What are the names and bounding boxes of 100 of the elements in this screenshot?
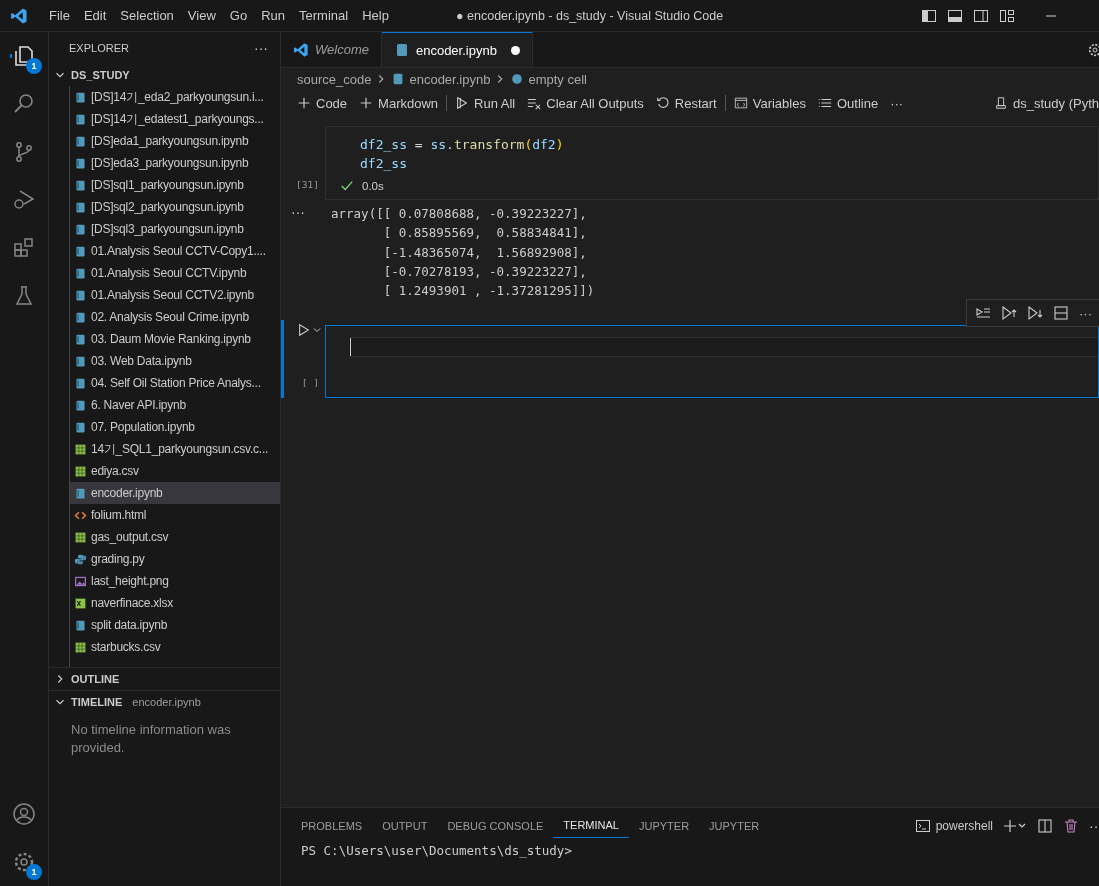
menu-bar-item[interactable]: Run: [254, 8, 292, 23]
menu-bar-item[interactable]: Terminal: [292, 8, 356, 23]
panel-toggle-icon[interactable]: [947, 7, 963, 24]
folder-header[interactable]: DS_STUDY: [49, 64, 280, 86]
spreadsheet-icon: [74, 596, 87, 610]
code-cell[interactable]: [325, 325, 1099, 399]
explorer-entry[interactable]: 07. Population.ipynb: [70, 416, 280, 438]
notebook-icon: [74, 310, 87, 324]
explorer-entry[interactable]: [DS]eda1_parkyoungsun.ipynb: [70, 130, 280, 152]
settings-icon[interactable]: [12, 850, 36, 874]
explorer-entry[interactable]: [DS]sql3_parkyoungsun.ipynb: [70, 218, 280, 240]
panel-tab[interactable]: JUPYTER: [628, 813, 700, 838]
explorer-entry[interactable]: 03. Daum Movie Ranking.ipynb: [70, 328, 280, 350]
kernel-icon: [994, 96, 1008, 110]
explorer-entry[interactable]: 04. Self Oil Station Price Analys...: [70, 372, 280, 394]
toolbar-button[interactable]: Code: [291, 95, 354, 111]
run-cell-icon[interactable]: [297, 323, 311, 338]
notebook-icon: [74, 618, 87, 632]
explorer-entry[interactable]: 01.Analysis Seoul CCTV.ipynb: [70, 262, 280, 284]
explorer-entry[interactable]: 02. Analysis Seoul Crime.ipynb: [70, 306, 280, 328]
split-cell-icon[interactable]: [1053, 305, 1069, 322]
toolbar-button[interactable]: Restart: [649, 95, 723, 111]
explorer-entry[interactable]: 03. Web Data.ipynb: [70, 350, 280, 372]
explorer-entry[interactable]: [DS]sql2_parkyoungsun.ipynb: [70, 196, 280, 218]
explorer-entry[interactable]: folium.html: [70, 504, 280, 526]
panel-tab[interactable]: JUPYTER: [699, 813, 770, 838]
menu-bar-item[interactable]: File: [42, 8, 77, 23]
explorer-entry[interactable]: ediya.csv: [70, 460, 280, 482]
explorer-entry[interactable]: grading.py: [70, 548, 280, 570]
run-below-icon[interactable]: [1027, 305, 1043, 322]
notebook-icon: [74, 398, 87, 412]
explorer-entry[interactable]: naverfinace.xlsx: [70, 592, 280, 614]
sidebar-toggle-icon[interactable]: [921, 7, 937, 24]
menu-bar-item[interactable]: Selection: [113, 8, 181, 23]
trash-icon[interactable]: [1063, 817, 1079, 834]
toolbar-button[interactable]: Variables: [727, 95, 812, 111]
breadcrumb-item[interactable]: source_code: [297, 71, 372, 87]
add-terminal-icon[interactable]: [1003, 817, 1027, 834]
outline-header[interactable]: OUTLINE: [49, 667, 280, 690]
explorer-entry[interactable]: starbucks.csv: [70, 636, 280, 658]
panel-tab[interactable]: DEBUG CONSOLE: [437, 813, 554, 838]
menu-bar-item[interactable]: Go: [222, 8, 255, 23]
notebook-icon: [74, 90, 87, 104]
toolbar-button[interactable]: Run All: [449, 95, 522, 111]
kernel-picker[interactable]: ds_study (Pyth: [988, 95, 1099, 111]
explorer-entry[interactable]: 6. Naver API.ipynb: [70, 394, 280, 416]
explorer-entry[interactable]: encoder.ipynb: [70, 482, 280, 504]
more-actions-button[interactable]: ···: [1089, 817, 1099, 834]
output-more-button[interactable]: ···: [291, 204, 331, 301]
plus-icon: [297, 96, 311, 110]
explorer-entry[interactable]: [DS]eda3_parkyoungsun.ipynb: [70, 152, 280, 174]
editor-tab[interactable]: encoder.ipynb: [381, 32, 533, 67]
code-line: df2_ss: [360, 155, 408, 173]
explorer-entry[interactable]: 01.Analysis Seoul CCTV-Copy1....: [70, 240, 280, 262]
extensions-blocks-icon[interactable]: [12, 236, 36, 260]
menu-bar-item[interactable]: View: [180, 8, 223, 23]
run-debug-icon[interactable]: [12, 188, 36, 212]
explorer-entry[interactable]: 14기_SQL1_parkyoungsun.csv.c...: [70, 438, 280, 460]
run-above-icon[interactable]: [1001, 305, 1017, 322]
more-actions-button[interactable]: ···: [884, 95, 910, 111]
explorer-entry[interactable]: gas_output.csv: [70, 526, 280, 548]
terminal-shell-button[interactable]: powershell: [914, 817, 993, 834]
execution-count: [31]: [296, 179, 320, 192]
timeline-empty-message: No timeline information was provided.: [71, 721, 232, 757]
notebook-icon: [74, 288, 87, 302]
timeline-header[interactable]: TIMELINE encoder.ipynb: [49, 690, 280, 713]
explorer-entry[interactable]: split data.ipynb: [70, 614, 280, 636]
notebook-icon: [74, 112, 87, 126]
account-icon[interactable]: [12, 802, 36, 826]
notification-badge: 1: [26, 58, 42, 74]
toolbar-button[interactable]: Markdown: [353, 95, 445, 111]
panel-tab[interactable]: OUTPUT: [372, 813, 438, 838]
editor-tab[interactable]: Welcome: [281, 32, 382, 67]
explorer-entry[interactable]: [DS]14기_edatest1_parkyoungs...: [70, 108, 280, 130]
toolbar-button[interactable]: Clear All Outputs: [521, 95, 650, 111]
code-cell[interactable]: df2_ss = ss.transform(df2) df2_ss 0.0s: [325, 126, 1099, 200]
toolbar-button[interactable]: Outline: [811, 95, 885, 111]
split-terminal-icon[interactable]: [1037, 817, 1053, 834]
more-actions-button[interactable]: ···: [1079, 306, 1092, 321]
explorer-files-icon[interactable]: [12, 44, 36, 68]
notebook-icon: [74, 156, 87, 170]
breadcrumb-item[interactable]: empty cell: [510, 71, 587, 87]
execution-count: [ ]: [301, 377, 320, 391]
python-icon: [74, 552, 87, 566]
explorer-entry[interactable]: 01.Analysis Seoul CCTV2.ipynb: [70, 284, 280, 306]
menu-bar-item[interactable]: Edit: [76, 8, 114, 23]
sidebar-title: EXPLORER: [69, 42, 129, 54]
split-layout-icon[interactable]: [973, 7, 989, 24]
more-actions-button[interactable]: ···: [254, 40, 268, 56]
panel-tab[interactable]: TERMINAL: [553, 813, 629, 838]
settings-icon[interactable]: [1087, 41, 1099, 58]
layout-grid-icon[interactable]: [999, 7, 1015, 24]
explorer-entry[interactable]: [DS]sql1_parkyoungsun.ipynb: [70, 174, 280, 196]
app-logo-icon: [293, 41, 309, 58]
panel-tab[interactable]: PROBLEMS: [291, 813, 373, 838]
explorer-entry[interactable]: [DS]14기_eda2_parkyoungsun.i...: [70, 86, 280, 108]
breadcrumb-item[interactable]: encoder.ipynb: [391, 71, 491, 87]
explorer-entry[interactable]: last_height.png: [70, 570, 280, 592]
menu-bar-item[interactable]: Help: [355, 8, 396, 23]
run-all-icon: [455, 96, 470, 110]
